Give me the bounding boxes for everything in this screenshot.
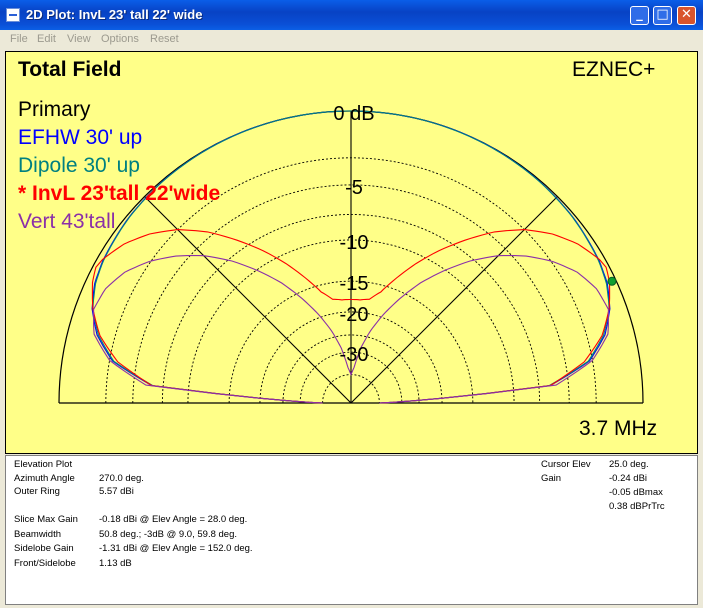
spoke-line bbox=[350, 196, 558, 404]
plot-area[interactable]: 0 dB -5 -10 -15 -20 -30 Total Field EZNEC+ 3.… bbox=[5, 51, 698, 454]
menu-options[interactable]: Options bbox=[101, 33, 139, 45]
menu-bar: File Edit View Options Reset bbox=[0, 30, 703, 50]
minimize-button[interactable]: _ bbox=[630, 6, 649, 25]
maximize-button[interactable]: □ bbox=[653, 6, 672, 25]
ring-label: -30 bbox=[340, 344, 369, 366]
legend-entry: * InvL 23'tall 22'wide bbox=[18, 182, 220, 205]
info-label: Elevation Plot bbox=[14, 459, 73, 470]
info-label: Beamwidth bbox=[14, 528, 61, 540]
legend-entry: Vert 43'tall bbox=[18, 210, 115, 233]
info-label: Azimuth Angle bbox=[14, 472, 75, 484]
menu-file[interactable]: File bbox=[10, 33, 28, 45]
title-bar[interactable]: 2D Plot: InvL 23' tall 22' wide _ □ ✕ bbox=[0, 0, 703, 30]
info-label: Outer Ring bbox=[14, 486, 60, 497]
close-button[interactable]: ✕ bbox=[677, 6, 696, 25]
cursor-info-value: 25.0 deg. bbox=[609, 459, 649, 470]
ring-label: -15 bbox=[340, 273, 369, 295]
app-icon bbox=[6, 8, 20, 22]
menu-edit[interactable]: Edit bbox=[37, 33, 56, 45]
plot-window: 2D Plot: InvL 23' tall 22' wide _ □ ✕ Fi… bbox=[0, 0, 703, 608]
cursor-info-label: Cursor Elev bbox=[541, 459, 591, 470]
info-label: Slice Max Gain bbox=[14, 514, 78, 525]
polar-plot: 0 dB -5 -10 -15 -20 -30 Total Field EZNEC+ 3.… bbox=[18, 58, 657, 440]
info-value: 270.0 deg. bbox=[99, 472, 144, 484]
menu-view[interactable]: View bbox=[67, 33, 91, 45]
info-label: Sidelobe Gain bbox=[14, 543, 74, 554]
window-title: 2D Plot: InvL 23' tall 22' wide bbox=[26, 7, 203, 22]
ring-label: -10 bbox=[340, 232, 369, 254]
cursor-marker[interactable] bbox=[607, 276, 617, 286]
info-value: -0.18 dBi @ Elev Angle = 28.0 deg. bbox=[99, 514, 248, 525]
spoke-line bbox=[144, 196, 352, 404]
brand-label: EZNEC+ bbox=[572, 58, 655, 81]
legend-entry: EFHW 30' up bbox=[18, 126, 142, 149]
info-value: 50.8 deg.; -3dB @ 9.0, 59.8 deg. bbox=[99, 528, 237, 540]
info-panel: Elevation Plot Azimuth Angle 270.0 deg. Out… bbox=[5, 455, 698, 605]
ring-label: -20 bbox=[340, 304, 369, 326]
info-value: 1.13 dB bbox=[99, 557, 132, 569]
frequency-label: 3.7 MHz bbox=[579, 417, 657, 440]
menu-reset[interactable]: Reset bbox=[150, 33, 179, 45]
ring-label: -5 bbox=[345, 177, 363, 199]
cursor-info-value: -0.05 dBmax bbox=[609, 487, 663, 498]
cursor-info-label: Gain bbox=[541, 473, 562, 484]
plot-title: Total Field bbox=[18, 58, 121, 81]
info-value: 5.57 dBi bbox=[99, 486, 134, 497]
cursor-info-value: 0.38 dBPrTrc bbox=[609, 501, 665, 512]
legend-entry: Primary bbox=[18, 98, 91, 121]
ring-label: 0 dB bbox=[333, 103, 374, 125]
info-label: Front/Sidelobe bbox=[14, 557, 76, 569]
cursor-info-value: -0.24 dBi bbox=[609, 473, 648, 484]
legend-entry: Dipole 30' up bbox=[18, 154, 140, 177]
info-value: -1.31 dBi @ Elev Angle = 152.0 deg. bbox=[99, 543, 253, 554]
